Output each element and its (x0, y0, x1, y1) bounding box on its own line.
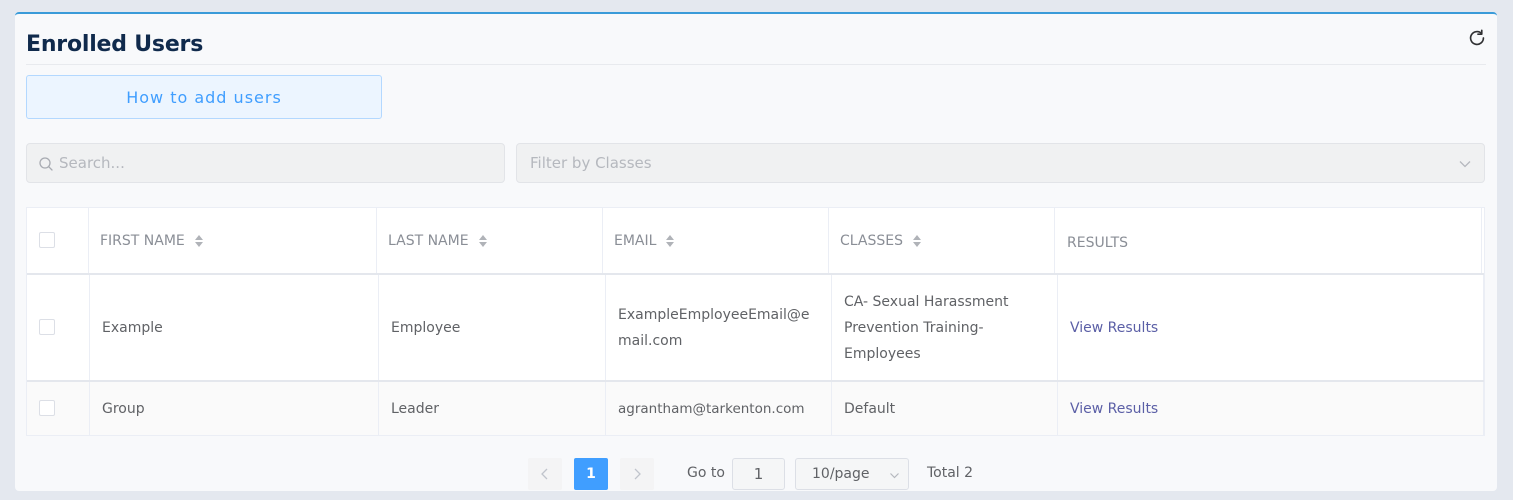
classes: Default (844, 400, 896, 417)
column-label: EMAIL (614, 232, 657, 249)
email-cell: ExampleEmployeeEmail@email.com (606, 275, 832, 380)
search-input[interactable] (59, 144, 499, 182)
column-header-classes[interactable]: CLASSES (829, 208, 1055, 273)
sort-icon[interactable] (911, 234, 923, 248)
search-box[interactable] (26, 143, 505, 183)
refresh-icon[interactable] (1466, 27, 1488, 49)
select-all-checkbox[interactable] (39, 232, 55, 248)
column-label: RESULTS (1067, 234, 1129, 251)
email: agrantham@tarkenton.com (618, 400, 805, 417)
page-number-current[interactable]: 1 (574, 458, 608, 490)
column-header-last-name[interactable]: LAST NAME (377, 208, 603, 273)
page-title: Enrolled Users (26, 32, 204, 57)
sort-icon[interactable] (193, 234, 205, 248)
view-results-link[interactable]: View Results (1058, 396, 1168, 422)
first-name-cell: Group (90, 382, 379, 435)
header-select-all-cell (27, 208, 89, 273)
goto-label: Go to (687, 465, 725, 481)
how-to-add-users-button[interactable]: How to add users (26, 75, 382, 119)
email: ExampleEmployeeEmail@email.com (618, 306, 810, 349)
classes-cell: Default (832, 382, 1058, 435)
page-size-value: 10/page (812, 466, 870, 482)
first-name: Example (102, 319, 163, 336)
page-size-select[interactable]: 10/page (795, 458, 909, 490)
chevron-right-icon (634, 468, 641, 480)
column-label: FIRST NAME (100, 232, 185, 249)
first-name-cell: Example (90, 275, 379, 380)
classes: CA- Sexual Harassment Prevention Trainin… (844, 293, 1009, 362)
email-cell: agrantham@tarkenton.com (606, 382, 832, 435)
sort-icon[interactable] (664, 234, 676, 248)
column-header-email[interactable]: EMAIL (603, 208, 829, 273)
total-count: Total 2 (927, 465, 974, 481)
prev-page-button[interactable] (528, 458, 562, 490)
chevron-down-icon (1459, 161, 1471, 168)
search-icon (39, 157, 53, 171)
enrolled-users-card: Enrolled Users How to add users Filter b… (15, 12, 1497, 491)
chevron-down-icon (890, 473, 899, 479)
table-row[interactable]: Group Leader agrantham@tarkenton.com Def… (27, 382, 1484, 435)
next-page-button[interactable] (620, 458, 654, 490)
sort-icon[interactable] (477, 234, 489, 248)
row-checkbox[interactable] (39, 319, 55, 335)
goto-page-input[interactable] (732, 458, 785, 490)
last-name-cell: Employee (379, 275, 606, 380)
table-header: FIRST NAME LAST NAME EMAIL CLASSES RESUL… (27, 208, 1484, 275)
filter-by-classes-select[interactable]: Filter by Classes (516, 143, 1485, 183)
column-header-results: RESULTS (1055, 208, 1482, 273)
first-name: Group (102, 400, 145, 417)
classes-cell: CA- Sexual Harassment Prevention Trainin… (832, 275, 1058, 380)
last-name: Employee (391, 319, 461, 336)
enrolled-users-table: FIRST NAME LAST NAME EMAIL CLASSES RESUL… (26, 207, 1485, 436)
row-select-cell (27, 382, 90, 435)
row-select-cell (27, 275, 90, 380)
card-header: Enrolled Users (26, 29, 1486, 65)
table-row[interactable]: Example Employee ExampleEmployeeEmail@em… (27, 275, 1484, 382)
row-checkbox[interactable] (39, 400, 55, 416)
last-name-cell: Leader (379, 382, 606, 435)
last-name: Leader (391, 400, 440, 417)
column-header-first-name[interactable]: FIRST NAME (89, 208, 377, 273)
view-results-link[interactable]: View Results (1058, 315, 1168, 341)
filter-placeholder: Filter by Classes (530, 154, 652, 172)
pagination: 1 Go to 10/page Total 2 (15, 458, 1497, 490)
chevron-left-icon (541, 468, 548, 480)
results-cell: View Results (1058, 275, 1484, 380)
column-label: CLASSES (840, 232, 903, 249)
column-label: LAST NAME (388, 232, 469, 249)
results-cell: View Results (1058, 382, 1484, 435)
